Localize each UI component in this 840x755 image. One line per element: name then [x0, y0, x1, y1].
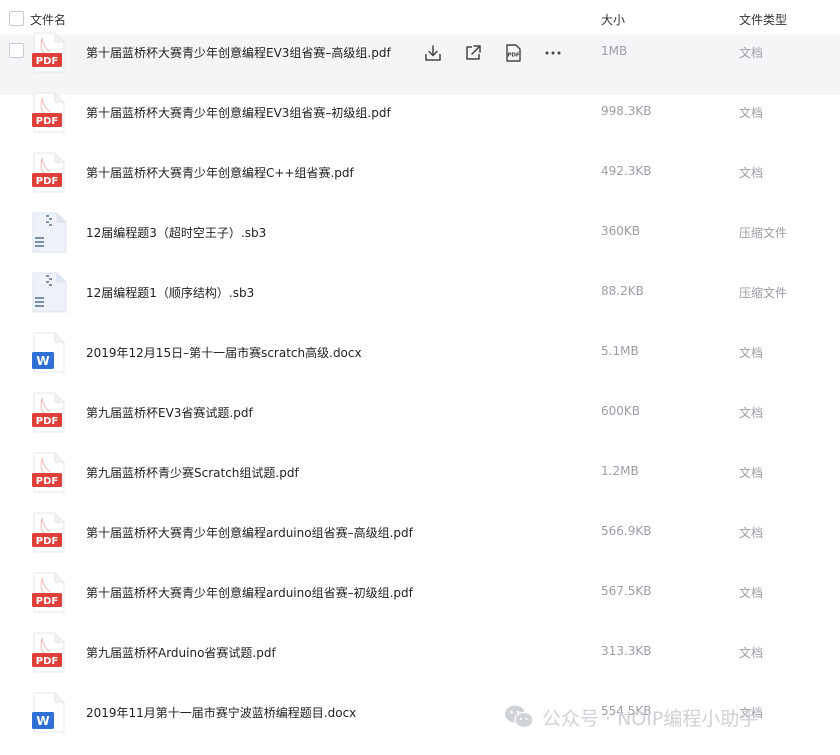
file-name[interactable]: 12届编程题1（顺序结构）.sb3: [86, 284, 254, 301]
file-type: 文档: [739, 646, 764, 660]
column-header-name[interactable]: 文件名: [30, 11, 66, 28]
pdf-icon-label: PDF: [36, 176, 58, 187]
archive-icon: [30, 212, 68, 254]
pdf-icon-label: PDF: [36, 476, 58, 487]
file-size: 567.5KB: [601, 584, 652, 598]
word-icon-label: W: [36, 354, 49, 368]
file-name[interactable]: 第十届蓝桥杯大赛青少年创意编程arduino组省赛–高级组.pdf: [86, 524, 413, 541]
file-type: 文档: [739, 526, 764, 540]
file-size: 1MB: [601, 44, 628, 58]
pdf-icon: PDF: [30, 392, 68, 434]
file-name[interactable]: 第九届蓝桥杯Arduino省赛试题.pdf: [86, 644, 276, 661]
download-icon[interactable]: [423, 43, 443, 63]
file-row[interactable]: PDF 第九届蓝桥杯EV3省赛试题.pdf 600KB 文档: [0, 392, 840, 455]
word-icon: W: [30, 692, 68, 734]
share-icon[interactable]: [463, 43, 483, 63]
pdf-icon-label: PDF: [36, 56, 58, 67]
file-name[interactable]: 第十届蓝桥杯大赛青少年创意编程EV3组省赛–高级组.pdf: [86, 44, 391, 61]
file-row[interactable]: 12届编程题1（顺序结构）.sb3 88.2KB 压缩文件: [0, 272, 840, 335]
file-row[interactable]: 12届编程题3（超时空王子）.sb3 360KB 压缩文件: [0, 212, 840, 275]
word-icon: W: [30, 332, 68, 374]
file-size: 313.3KB: [601, 644, 652, 658]
file-size: 360KB: [601, 224, 641, 238]
file-row[interactable]: PDF 第十届蓝桥杯大赛青少年创意编程arduino组省赛–高级组.pdf 566…: [0, 512, 840, 575]
column-header-size[interactable]: 大小: [601, 11, 625, 28]
file-type: 文档: [739, 406, 764, 420]
svg-text:PDF: PDF: [507, 53, 520, 59]
word-icon-label: W: [36, 714, 49, 728]
file-name[interactable]: 2019年11月第十一届市赛宁波蓝桥编程题目.docx: [86, 704, 356, 721]
file-name[interactable]: 第九届蓝桥杯EV3省赛试题.pdf: [86, 404, 253, 421]
pdf-icon-label: PDF: [36, 416, 58, 427]
file-size: 492.3KB: [601, 164, 652, 178]
file-row[interactable]: PDF 第十届蓝桥杯大赛青少年创意编程arduino组省赛–初级组.pdf 567…: [0, 572, 840, 635]
file-name[interactable]: 12届编程题3（超时空王子）.sb3: [86, 224, 266, 241]
file-size: 5.1MB: [601, 344, 639, 358]
file-type: 压缩文件: [739, 226, 788, 240]
file-row[interactable]: PDF 第十届蓝桥杯大赛青少年创意编程EV3组省赛–初级组.pdf 998.3KB…: [0, 92, 840, 155]
file-size: 600KB: [601, 404, 641, 418]
file-name[interactable]: 第九届蓝桥杯青少赛Scratch组试题.pdf: [86, 464, 299, 481]
pdf-icon-label: PDF: [36, 596, 58, 607]
pdf-icon: PDF: [30, 452, 68, 494]
pdf-icon-label: PDF: [36, 656, 58, 667]
file-row[interactable]: W 2019年12月15日–第十一届市赛scratch高级.docx 5.1MB 文…: [0, 332, 840, 395]
file-name[interactable]: 第十届蓝桥杯大赛青少年创意编程C++组省赛.pdf: [86, 164, 354, 181]
pdf-icon: PDF: [30, 512, 68, 554]
file-row[interactable]: PDF 第十届蓝桥杯大赛青少年创意编程EV3组省赛–高级组.pdf 1MB 文档 P…: [0, 32, 840, 95]
pdf-icon: PDF: [30, 152, 68, 194]
file-size: 998.3KB: [601, 104, 652, 118]
file-size: 88.2KB: [601, 284, 644, 298]
file-type: 文档: [739, 346, 764, 360]
pdf-icon: PDF: [30, 92, 68, 134]
file-name[interactable]: 2019年12月15日–第十一届市赛scratch高级.docx: [86, 344, 362, 361]
pdf-icon: PDF: [30, 572, 68, 614]
select-all-checkbox[interactable]: [9, 11, 24, 26]
pdf-convert-icon[interactable]: PDF: [503, 43, 523, 63]
pdf-icon: PDF: [30, 32, 68, 74]
file-name[interactable]: 第十届蓝桥杯大赛青少年创意编程arduino组省赛–初级组.pdf: [86, 584, 413, 601]
file-type: 压缩文件: [739, 286, 788, 300]
pdf-icon: PDF: [30, 632, 68, 674]
row-checkbox[interactable]: [9, 43, 24, 58]
pdf-icon-label: PDF: [36, 116, 58, 127]
file-type: 文档: [739, 586, 764, 600]
watermark-text: 公众号 · NOIP编程小助手: [542, 707, 759, 730]
file-size: 1.2MB: [601, 464, 639, 478]
watermark: 公众号 · NOIP编程小助手: [504, 702, 758, 732]
file-row[interactable]: PDF 第九届蓝桥杯青少赛Scratch组试题.pdf 1.2MB 文档: [0, 452, 840, 515]
file-type: 文档: [739, 46, 764, 60]
file-type: 文档: [739, 106, 764, 120]
file-type: 文档: [739, 466, 764, 480]
file-name[interactable]: 第十届蓝桥杯大赛青少年创意编程EV3组省赛–初级组.pdf: [86, 104, 391, 121]
file-row[interactable]: PDF 第九届蓝桥杯Arduino省赛试题.pdf 313.3KB 文档: [0, 632, 840, 695]
file-row[interactable]: PDF 第十届蓝桥杯大赛青少年创意编程C++组省赛.pdf 492.3KB 文档: [0, 152, 840, 215]
archive-icon: [30, 272, 68, 314]
file-type: 文档: [739, 166, 764, 180]
table-header: 文件名 大小 文件类型: [0, 0, 840, 36]
column-header-type[interactable]: 文件类型: [739, 11, 787, 28]
file-size: 566.9KB: [601, 524, 652, 538]
more-icon[interactable]: [543, 43, 563, 63]
pdf-icon-label: PDF: [36, 536, 58, 547]
wechat-icon: [505, 705, 534, 729]
